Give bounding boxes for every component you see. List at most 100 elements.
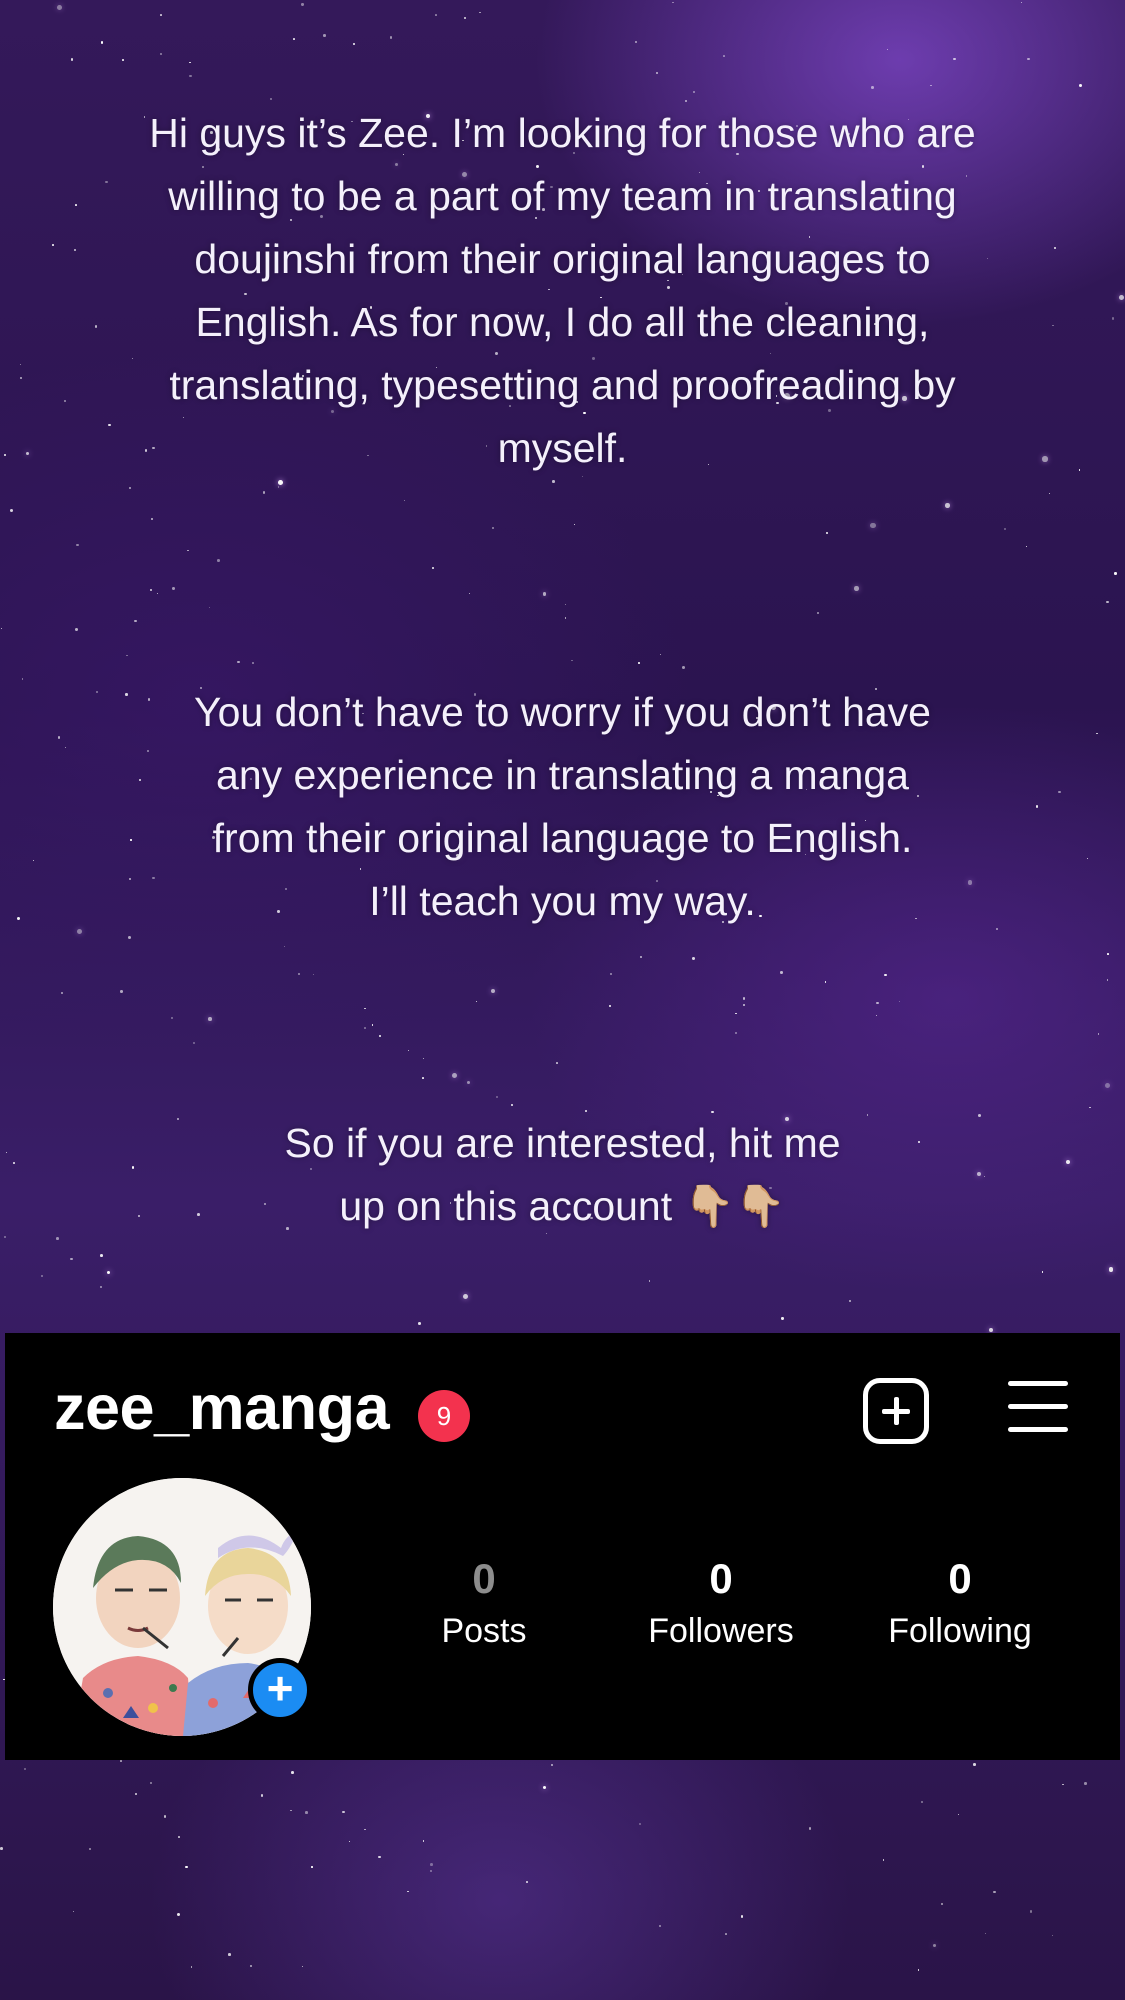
star <box>270 97 273 100</box>
star <box>920 1801 924 1804</box>
star <box>468 592 471 595</box>
star <box>740 1915 744 1918</box>
star <box>985 1932 987 1934</box>
star <box>510 1103 514 1107</box>
star <box>1020 2 1023 4</box>
star <box>160 14 162 16</box>
star <box>1027 57 1030 60</box>
star <box>462 1293 469 1300</box>
star <box>882 1859 884 1861</box>
star <box>930 84 932 87</box>
star <box>550 1763 554 1767</box>
star <box>151 517 154 520</box>
star <box>431 567 434 569</box>
star <box>217 558 220 562</box>
star <box>637 661 640 664</box>
hamburger-menu-icon[interactable] <box>1008 1381 1070 1432</box>
star <box>825 532 829 535</box>
star <box>870 522 876 529</box>
star <box>957 1813 959 1815</box>
star <box>854 586 859 591</box>
star <box>434 14 437 17</box>
star <box>429 1869 433 1873</box>
star <box>648 1280 650 1282</box>
star <box>408 1050 410 1052</box>
star <box>23 1768 27 1771</box>
star <box>21 678 24 680</box>
posts-stat[interactable]: 0 Posts <box>384 1555 584 1655</box>
star <box>953 57 956 61</box>
star <box>301 3 304 6</box>
star <box>348 1840 351 1842</box>
star <box>876 1001 879 1005</box>
star <box>157 592 159 594</box>
add-story-button[interactable]: + <box>248 1658 312 1722</box>
star <box>848 1300 851 1303</box>
star <box>780 971 784 974</box>
profile-username[interactable]: zee_manga <box>54 1373 390 1443</box>
star <box>188 74 192 78</box>
star <box>932 1944 937 1948</box>
star <box>0 627 2 630</box>
star <box>100 1253 104 1257</box>
plus-square-icon[interactable] <box>863 1378 929 1444</box>
star <box>658 1924 662 1928</box>
star <box>944 503 950 508</box>
star <box>809 1827 812 1830</box>
star <box>304 1810 308 1814</box>
star <box>342 1810 345 1814</box>
star <box>302 1965 304 1968</box>
star <box>479 11 481 14</box>
star <box>1051 1934 1053 1937</box>
star <box>378 1855 381 1859</box>
star <box>430 1863 433 1867</box>
star <box>171 587 175 591</box>
star <box>73 1911 75 1913</box>
star <box>490 989 495 994</box>
star <box>656 71 659 74</box>
star <box>163 1815 167 1818</box>
star <box>129 486 132 489</box>
star <box>1030 1910 1033 1913</box>
star <box>1078 84 1082 88</box>
star <box>723 54 726 57</box>
star <box>725 1933 728 1936</box>
star <box>128 936 132 940</box>
star <box>993 1891 996 1894</box>
star <box>564 616 567 619</box>
star <box>403 499 405 502</box>
star <box>781 1317 784 1320</box>
star <box>634 40 637 43</box>
star <box>107 1270 111 1274</box>
star <box>293 38 296 40</box>
star <box>277 486 280 488</box>
star <box>1084 1782 1087 1785</box>
star <box>120 1759 123 1762</box>
star <box>526 1881 528 1884</box>
star <box>185 1865 188 1869</box>
star <box>475 1000 478 1003</box>
star <box>423 1840 425 1842</box>
star <box>171 1017 173 1019</box>
following-stat[interactable]: 0 Following <box>860 1555 1060 1655</box>
star <box>1107 953 1109 955</box>
star <box>323 34 326 37</box>
star <box>1062 1783 1064 1786</box>
star <box>178 1835 181 1838</box>
star <box>492 526 494 529</box>
star <box>417 1322 421 1326</box>
posts-count: 0 <box>472 1555 496 1602</box>
star <box>126 654 128 657</box>
star <box>311 1866 313 1868</box>
followers-stat[interactable]: 0 Followers <box>621 1555 821 1655</box>
notification-badge[interactable]: 9 <box>418 1390 470 1442</box>
star <box>10 509 14 513</box>
star <box>898 1000 900 1002</box>
star <box>187 549 189 552</box>
star <box>189 61 191 64</box>
star <box>573 523 576 526</box>
story-paragraph-2: You don’t have to worry if you don’t hav… <box>194 689 931 924</box>
star <box>371 1024 373 1026</box>
star <box>89 1847 91 1850</box>
star <box>262 491 265 494</box>
